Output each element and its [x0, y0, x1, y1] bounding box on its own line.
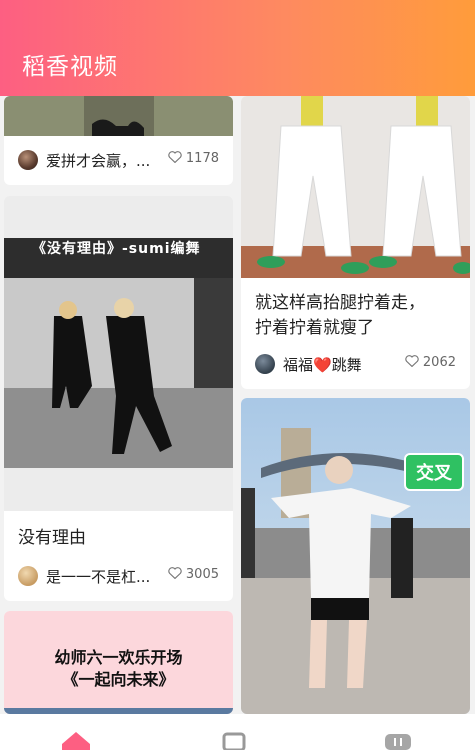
video-badge-label: 交叉 — [416, 463, 452, 484]
like-count[interactable]: 3005 — [168, 567, 219, 582]
overlay-line: 幼师六一欢乐开场 — [54, 648, 183, 667]
video-card[interactable]: 《没有理由》-sumi编舞 没有理由 是一一不是杠... 3005 — [4, 196, 233, 601]
video-title[interactable]: 就这样高抬腿拧着走， 拧着拧着就瘦了 — [255, 291, 425, 341]
video-overlay-text: 幼师六一欢乐开场 《一起向未来》 — [4, 647, 233, 691]
video-thumbnail — [4, 96, 233, 136]
video-card[interactable]: 交叉 — [241, 398, 470, 714]
like-count[interactable]: 2062 — [405, 355, 456, 370]
app-title: 稻香视频 — [22, 54, 118, 80]
tab-bar — [0, 714, 475, 750]
video-card[interactable]: 就这样高抬腿拧着走， 拧着拧着就瘦了 福福❤️跳舞 2062 — [241, 96, 470, 389]
home-icon[interactable] — [62, 732, 90, 750]
video-title[interactable]: 没有理由 — [18, 526, 86, 551]
heart-icon — [168, 567, 182, 579]
overlay-line: 《一起向未来》 — [62, 670, 175, 689]
video-card[interactable]: 幼师六一欢乐开场 《一起向未来》 — [4, 611, 233, 714]
video-title-line: 拧着拧着就瘦了 — [255, 318, 374, 338]
author-name[interactable]: 是一一不是杠... — [46, 566, 150, 587]
author-name[interactable]: 福福❤️跳舞 — [283, 354, 362, 375]
author-avatar[interactable] — [18, 150, 38, 170]
author-name[interactable]: 爱拼才会赢，... — [46, 150, 150, 171]
video-card[interactable]: 爱拼才会赢，... 1178 — [4, 96, 233, 185]
app-header: 稻香视频 — [0, 0, 475, 96]
list-icon[interactable] — [221, 732, 247, 750]
video-overlay-text: 《没有理由》-sumi编舞 — [32, 241, 201, 257]
video-thumbnail: 幼师六一欢乐开场 《一起向未来》 — [4, 611, 233, 714]
video-badge: 交叉 — [404, 453, 464, 491]
heart-icon — [405, 355, 419, 367]
author-avatar[interactable] — [18, 566, 38, 586]
video-thumbnail — [241, 398, 470, 714]
author-avatar[interactable] — [255, 354, 275, 374]
profile-icon[interactable] — [384, 732, 412, 750]
like-count[interactable]: 1178 — [168, 151, 219, 166]
video-title-line: 就这样高抬腿拧着走， — [255, 293, 425, 313]
heart-icon — [168, 151, 182, 163]
video-thumbnail — [241, 96, 470, 278]
like-count-value: 2062 — [422, 355, 456, 370]
like-count-value: 3005 — [185, 567, 219, 582]
like-count-value: 1178 — [185, 151, 219, 166]
